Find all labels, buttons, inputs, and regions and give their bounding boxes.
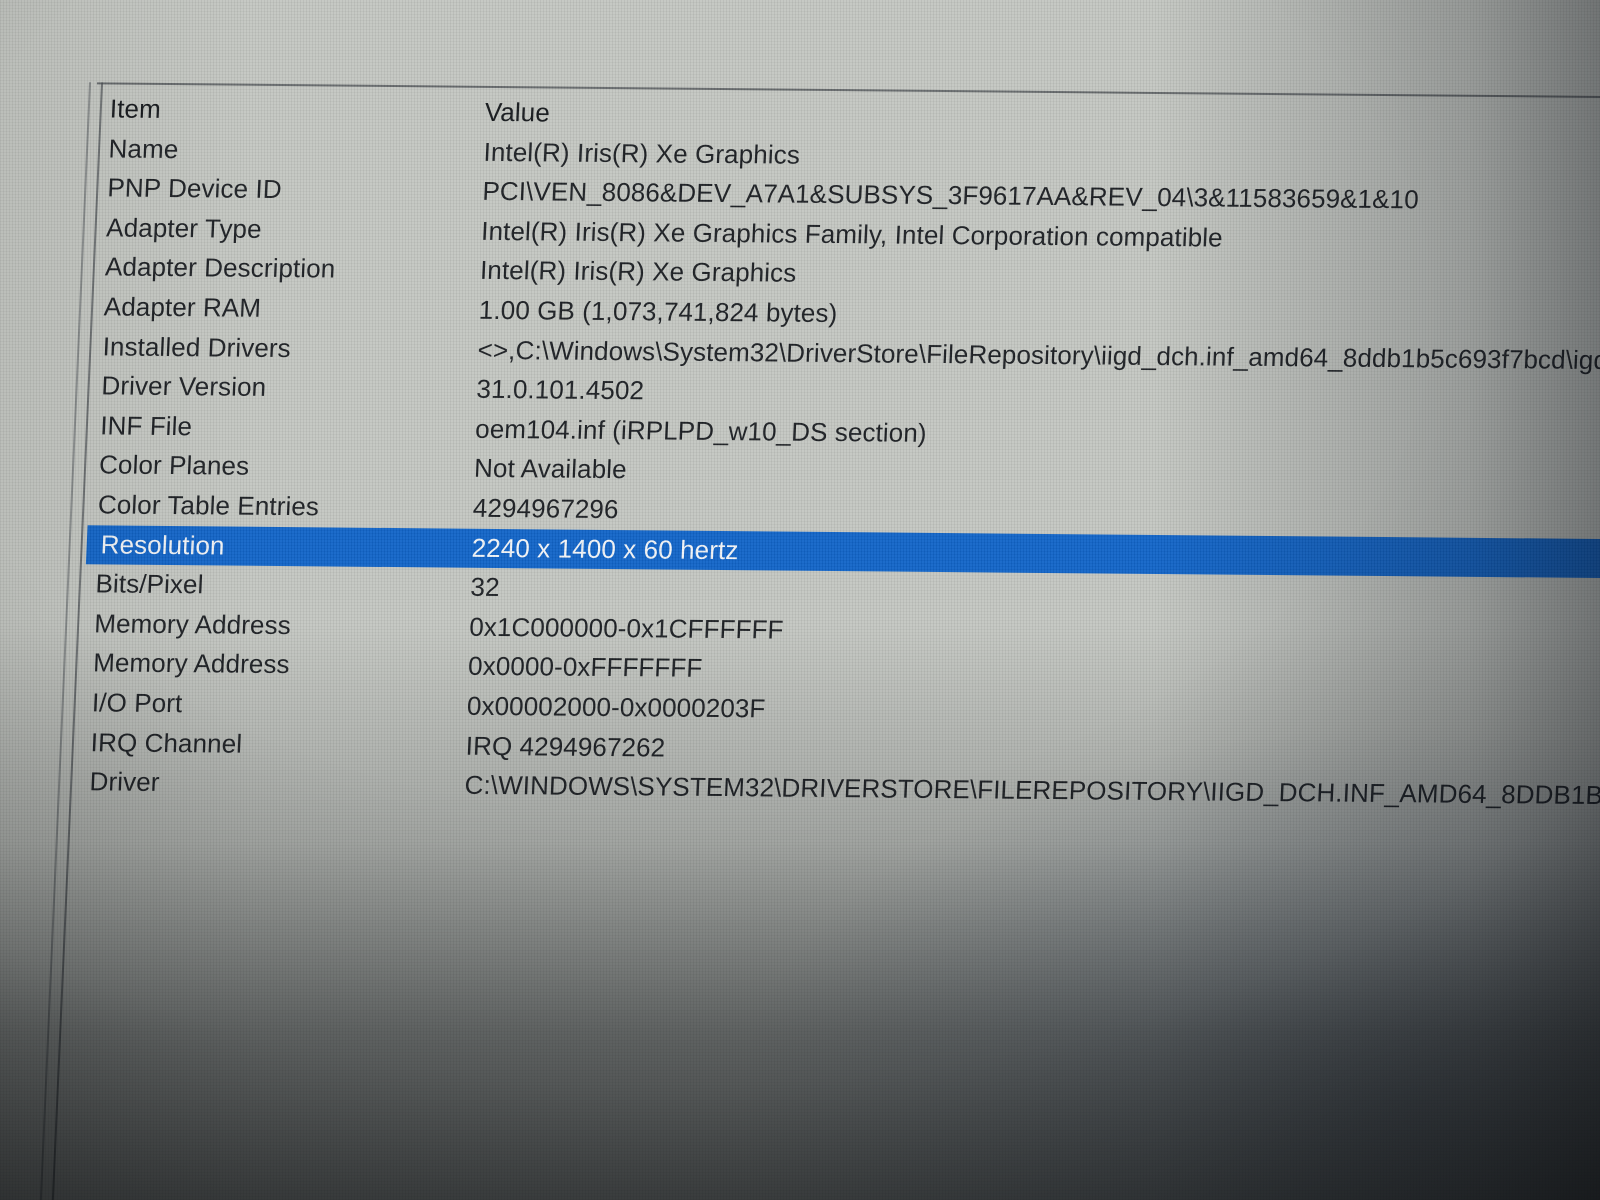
row-value-text: 32	[469, 571, 501, 603]
row-value-text: IRQ 4294967262	[465, 730, 666, 763]
row-item-label: Resolution	[100, 528, 226, 561]
row-value-text: 0x0000-0xFFFFFFF	[467, 651, 704, 684]
row-item-label: Driver	[88, 766, 161, 798]
row-item-label: Memory Address	[93, 608, 292, 640]
screen-content-plane: Item Value Name Intel(R) Iris(R) Xe Grap…	[0, 0, 1600, 1200]
row-item-label: Color Planes	[98, 449, 250, 482]
row-item-label: IRQ Channel	[90, 726, 243, 759]
row-item-label: INF File	[99, 410, 193, 441]
row-item-label: PNP Device ID	[106, 172, 283, 205]
row-item-label: Installed Drivers	[102, 330, 292, 363]
row-value-text: oem104.inf (iRPLPD_w10_DS section)	[474, 413, 928, 448]
row-item-label: Color Table Entries	[97, 489, 320, 522]
column-header-item[interactable]: Item	[109, 89, 162, 129]
row-item-label: Driver Version	[100, 370, 267, 403]
row-item-label: Adapter Description	[104, 251, 337, 284]
row-value-text: Intel(R) Iris(R) Xe Graphics	[479, 255, 798, 289]
screen-photo: Item Value Name Intel(R) Iris(R) Xe Grap…	[0, 0, 1600, 1200]
column-header-value[interactable]: Value	[484, 93, 551, 133]
details-list-view[interactable]: Item Value Name Intel(R) Iris(R) Xe Grap…	[69, 89, 1600, 815]
system-information-client-area: Item Value Name Intel(R) Iris(R) Xe Grap…	[0, 41, 1600, 1200]
row-value-text: 2240 x 1400 x 60 hertz	[471, 532, 740, 565]
row-value-text: Not Available	[473, 453, 628, 485]
row-value-text: Intel(R) Iris(R) Xe Graphics	[483, 136, 801, 170]
row-value-text: 4294967296	[472, 492, 620, 525]
row-item-label: Bits/Pixel	[94, 568, 205, 600]
row-item-label: Adapter Type	[105, 212, 263, 244]
row-item-label: I/O Port	[91, 687, 184, 719]
row-value-text: 0x00002000-0x0000203F	[466, 690, 767, 724]
row-item-label: Adapter RAM	[103, 291, 262, 323]
row-value-text: 1.00 GB (1,073,741,824 bytes)	[478, 294, 839, 329]
row-item-label: Memory Address	[92, 647, 291, 680]
row-value-text: Intel(R) Iris(R) Xe Graphics Family, Int…	[480, 215, 1224, 253]
row-item-label: Name	[108, 133, 180, 164]
row-value-text: 31.0.101.4502	[475, 373, 645, 406]
row-value-text: 0x1C000000-0x1CFFFFFF	[468, 611, 785, 645]
